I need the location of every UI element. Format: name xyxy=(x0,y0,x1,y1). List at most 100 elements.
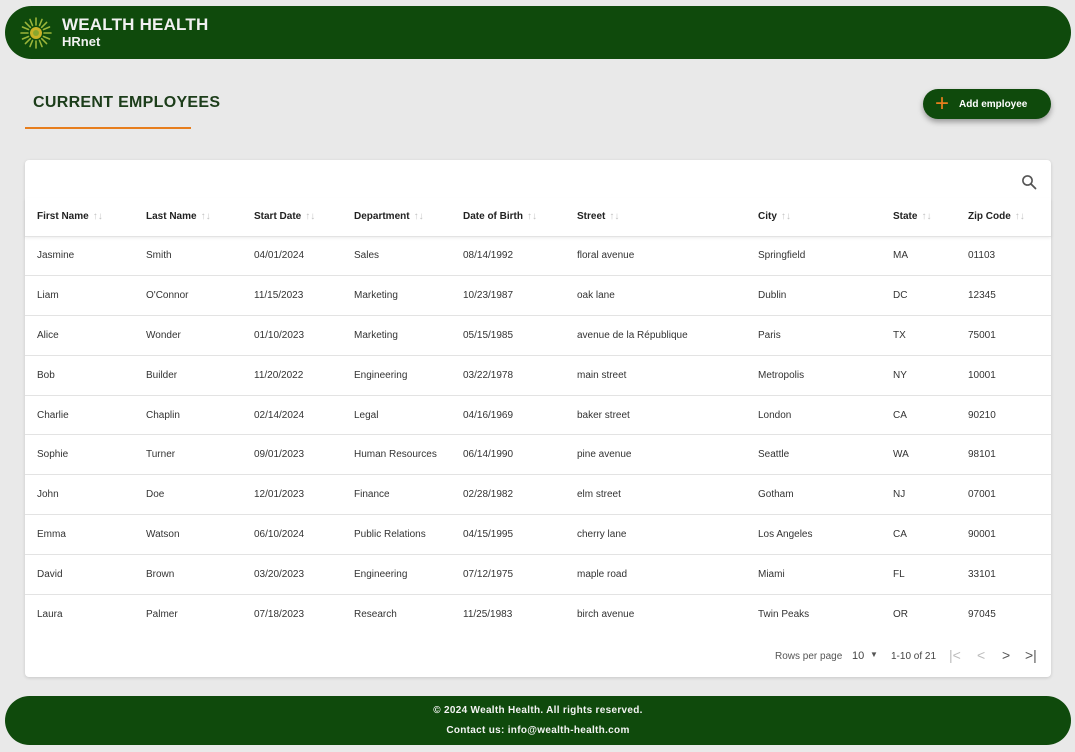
table-cell: Finance xyxy=(342,474,451,515)
table-cell: 01103 xyxy=(956,235,1051,276)
table-row[interactable]: Laura Palmer 07/18/2023 Research 11/25/1983 b… xyxy=(25,593,1051,634)
table-cell: 98101 xyxy=(956,434,1051,475)
column-header[interactable]: First Name ↑↓ xyxy=(25,198,134,236)
table-cell: Palmer xyxy=(134,593,242,634)
table-cell: 06/14/1990 xyxy=(451,434,565,475)
table-cell: 10/23/1987 xyxy=(451,275,565,316)
sort-icon[interactable]: ↑↓ xyxy=(93,211,103,222)
table-row[interactable]: Charlie Chaplin 02/14/2024 Legal 04/16/1969 b… xyxy=(25,394,1051,435)
column-header[interactable]: Date of Birth ↑↓ xyxy=(451,198,565,236)
footer-copyright: © 2024 Wealth Health. All rights reserve… xyxy=(433,705,643,716)
caret-down-icon[interactable]: ▼ xyxy=(870,650,878,659)
table-cell: birch avenue xyxy=(565,593,746,634)
search-icon[interactable] xyxy=(1021,174,1037,190)
table-cell: Research xyxy=(342,593,451,634)
table-cell: MA xyxy=(881,235,956,276)
table-cell: CA xyxy=(881,514,956,555)
table-cell: 11/15/2023 xyxy=(242,275,342,316)
column-header[interactable]: Start Date ↑↓ xyxy=(242,198,342,236)
table-cell: Seattle xyxy=(746,434,881,475)
table-cell: 06/10/2024 xyxy=(242,514,342,555)
table-cell: Twin Peaks xyxy=(746,593,881,634)
previous-page-icon[interactable]: < xyxy=(977,647,985,663)
table-row[interactable]: Emma Watson 06/10/2024 Public Relations 04/1… xyxy=(25,514,1051,555)
column-header-label: Street xyxy=(577,211,606,223)
table-cell: Engineering xyxy=(342,553,451,595)
table-cell: Alice xyxy=(25,315,134,356)
column-header[interactable]: Department ↑↓ xyxy=(342,198,451,236)
table-cell: main street xyxy=(565,354,746,396)
table-cell: Turner xyxy=(134,434,242,475)
table-cell: floral avenue xyxy=(565,235,746,276)
sort-icon[interactable]: ↑↓ xyxy=(305,211,315,222)
sort-icon[interactable]: ↑↓ xyxy=(609,211,619,222)
sort-icon[interactable]: ↑↓ xyxy=(921,211,931,222)
next-page-icon[interactable]: > xyxy=(1002,647,1010,663)
first-page-icon[interactable]: |< xyxy=(949,647,961,663)
table-cell: 07/12/1975 xyxy=(451,553,565,595)
table-row[interactable]: Jasmine Smith 04/01/2024 Sales 08/14/1992 flo… xyxy=(25,235,1051,276)
title-underline xyxy=(25,127,191,129)
table-cell: London xyxy=(746,394,881,435)
table-cell: pine avenue xyxy=(565,434,746,475)
table-cell: Liam xyxy=(25,275,134,316)
sort-icon[interactable]: ↑↓ xyxy=(527,211,537,222)
rows-per-page-select[interactable]: 10 xyxy=(852,650,864,662)
wealth-health-logo-icon[interactable] xyxy=(19,16,53,50)
table-row[interactable]: John Doe 12/01/2023 Finance 02/28/1982 elm st… xyxy=(25,474,1051,515)
table-cell: 07001 xyxy=(956,474,1051,515)
sort-icon[interactable]: ↑↓ xyxy=(1015,211,1025,222)
column-header-label: Department xyxy=(354,211,410,223)
table-cell: oak lane xyxy=(565,275,746,316)
table-cell: 03/20/2023 xyxy=(242,553,342,595)
table-cell: Smith xyxy=(134,235,242,276)
column-header[interactable]: City ↑↓ xyxy=(746,198,881,236)
employees-table: First Name ↑↓ Last Name ↑↓ Start Date ↑↓ Depar… xyxy=(25,198,1051,634)
last-page-icon[interactable]: >| xyxy=(1025,647,1037,663)
table-row[interactable]: Liam O'Connor 11/15/2023 Marketing 10/23/198… xyxy=(25,275,1051,316)
sort-icon[interactable]: ↑↓ xyxy=(201,211,211,222)
column-header-label: First Name xyxy=(37,211,89,223)
table-cell: CA xyxy=(881,394,956,435)
app-header: WEALTH HEALTH HRnet xyxy=(5,6,1071,59)
table-row[interactable]: David Brown 03/20/2023 Engineering 07/12/197… xyxy=(25,553,1051,595)
table-cell: 12345 xyxy=(956,275,1051,316)
column-header-label: Zip Code xyxy=(968,211,1011,223)
table-cell: 02/28/1982 xyxy=(451,474,565,515)
brand-title: WEALTH HEALTH xyxy=(62,15,209,34)
table-cell: Builder xyxy=(134,354,242,396)
column-header-label: State xyxy=(893,211,918,223)
table-cell: 09/01/2023 xyxy=(242,434,342,475)
table-cell: NJ xyxy=(881,474,956,515)
add-employee-button[interactable]: + Add employee xyxy=(923,89,1051,119)
table-row[interactable]: Bob Builder 11/20/2022 Engineering 03/22/197… xyxy=(25,354,1051,396)
table-cell: Public Relations xyxy=(342,514,451,555)
brand-subtitle: HRnet xyxy=(62,34,101,49)
rows-per-page-label: Rows per page xyxy=(775,651,843,662)
table-cell: Springfield xyxy=(746,235,881,276)
sort-icon[interactable]: ↑↓ xyxy=(414,211,424,222)
column-header[interactable]: State ↑↓ xyxy=(881,198,956,236)
table-cell: Brown xyxy=(134,553,242,595)
table-cell: FL xyxy=(881,553,956,595)
table-cell: 08/14/1992 xyxy=(451,235,565,276)
table-cell: OR xyxy=(881,593,956,634)
table-body: Jasmine Smith 04/01/2024 Sales 08/14/1992 flo… xyxy=(25,235,1051,634)
table-cell: Marketing xyxy=(342,315,451,356)
table-row[interactable]: Sophie Turner 09/01/2023 Human Resources 06/… xyxy=(25,434,1051,475)
table-row[interactable]: Alice Wonder 01/10/2023 Marketing 05/15/1985… xyxy=(25,315,1051,356)
table-cell: cherry lane xyxy=(565,514,746,555)
table-cell: avenue de la République xyxy=(565,315,746,356)
sort-icon[interactable]: ↑↓ xyxy=(781,211,791,222)
table-cell: Laura xyxy=(25,593,134,634)
table-cell: 07/18/2023 xyxy=(242,593,342,634)
table-cell: 75001 xyxy=(956,315,1051,356)
table-cell: 05/15/1985 xyxy=(451,315,565,356)
column-header[interactable]: Street ↑↓ xyxy=(565,198,746,236)
table-cell: 11/25/1983 xyxy=(451,593,565,634)
column-header[interactable]: Last Name ↑↓ xyxy=(134,198,242,236)
table-cell: Jasmine xyxy=(25,235,134,276)
column-header[interactable]: Zip Code ↑↓ xyxy=(956,198,1051,236)
table-cell: John xyxy=(25,474,134,515)
table-cell: Charlie xyxy=(25,394,134,435)
